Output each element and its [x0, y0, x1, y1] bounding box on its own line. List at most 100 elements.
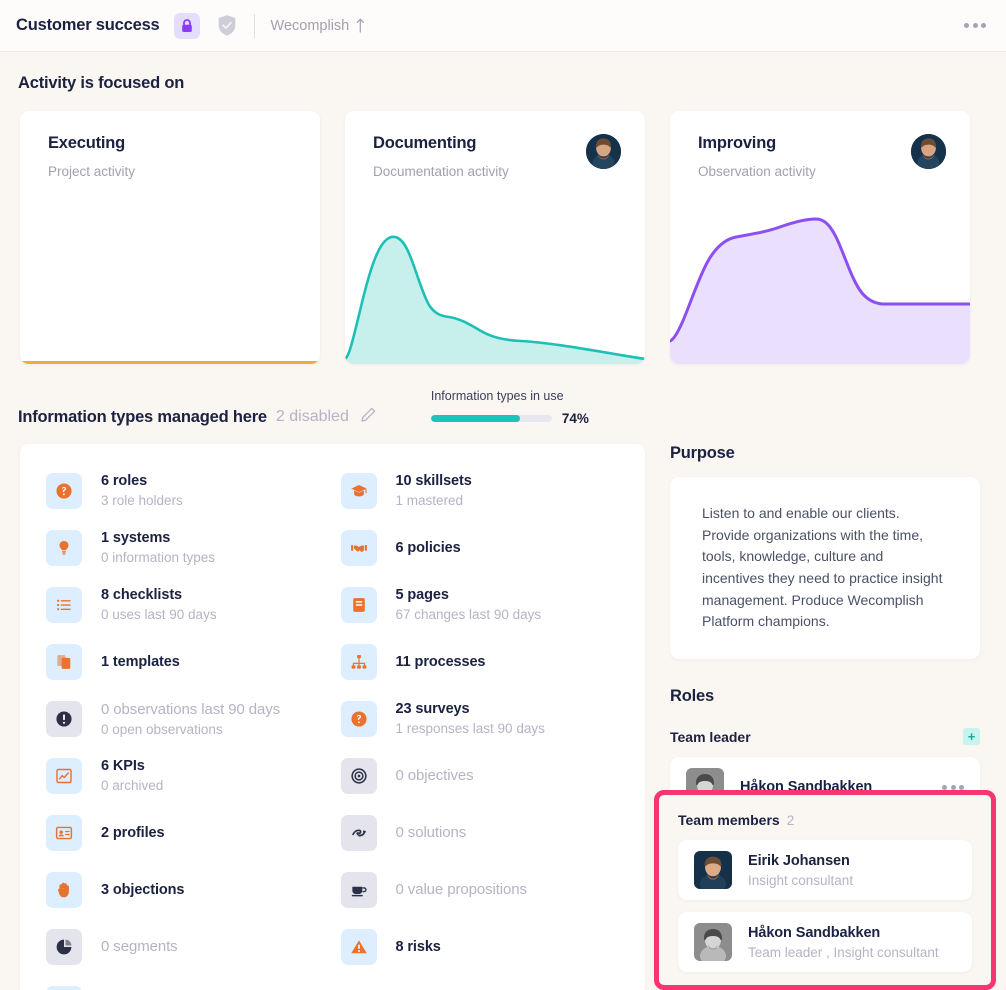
information-type-sublabel: 0 uses last 90 days [101, 607, 217, 622]
activity-card-executing[interactable]: Executing Project activity [20, 111, 320, 364]
information-type-item[interactable]: 0 segments [46, 918, 333, 975]
information-type-item[interactable]: 2 profiles [46, 804, 333, 861]
puzzle-icon [341, 815, 377, 851]
information-type-label: 8 risks [396, 939, 441, 955]
avatar[interactable] [586, 134, 621, 169]
information-type-sublabel: 1 responses last 90 days [396, 721, 545, 736]
activity-card-improving[interactable]: Improving Observation activity [670, 111, 970, 364]
information-type-item[interactable]: 6 KPIs 0 archived [46, 747, 333, 804]
lightbulb-icon [46, 530, 82, 566]
shield-check-icon[interactable] [214, 13, 240, 39]
card-texts: Improving Observation activity [698, 134, 911, 179]
information-types-left-column: 6 roles3 role holders 1 systems0 informat… [20, 462, 333, 990]
graduation-cap-icon [341, 473, 377, 509]
usage-percent: 74% [562, 411, 589, 426]
info-types-heading: Information types managed here [18, 408, 267, 427]
book-icon [341, 587, 377, 623]
information-type-item[interactable]: 0 observations last 90 days0 open observ… [46, 690, 333, 747]
activity-card-documenting[interactable]: Documenting Documentation activity [345, 111, 645, 364]
information-type-label: 1 systems [101, 530, 215, 546]
team-leader-label: Team leader [670, 729, 963, 745]
info-types-header: Information types managed here 2 disable… [0, 364, 1006, 428]
info-types-title-wrap: Information types managed here 2 disable… [18, 406, 377, 428]
information-type-label: 1 templates [101, 654, 180, 670]
team-member-card[interactable]: Eirik Johansen Insight consultant [678, 840, 972, 900]
information-type-item[interactable]: 10 skillsets1 mastered [341, 462, 646, 519]
card-header: Improving Observation activity [670, 111, 970, 179]
information-type-text: 6 KPIs 0 archived [101, 758, 163, 793]
information-type-item[interactable]: 1 templates [46, 633, 333, 690]
card-title: Improving [698, 134, 911, 153]
information-type-item[interactable]: 6 roles3 role holders [46, 462, 333, 519]
checklist-icon [46, 587, 82, 623]
sitemap-icon [341, 644, 377, 680]
information-type-item[interactable]: 23 surveys 1 responses last 90 days [341, 690, 646, 747]
card-accent-underline [20, 361, 320, 364]
information-type-label: 0 observations last 90 days [101, 701, 280, 718]
team-leader-row: Team leader + [670, 728, 980, 745]
plus-icon[interactable]: + [963, 728, 980, 745]
information-type-item[interactable]: 1 systems0 information types [46, 519, 333, 576]
target-icon [341, 758, 377, 794]
information-type-text: 5 pages67 changes last 90 days [396, 587, 542, 622]
more-options-icon[interactable] [964, 23, 986, 28]
person-name: Eirik Johansen [748, 853, 956, 869]
information-type-text: 10 skillsets1 mastered [396, 473, 472, 508]
information-type-label: 23 surveys [396, 701, 545, 717]
activity-chart-documenting [345, 199, 645, 364]
information-type-label: 3 objections [101, 882, 184, 898]
workspace-switcher[interactable]: Wecomplish [271, 18, 366, 34]
card-subtitle: Documentation activity [373, 164, 586, 179]
avatar[interactable] [694, 851, 732, 889]
avatar[interactable] [911, 134, 946, 169]
information-type-sublabel: 3 role holders [101, 493, 183, 508]
activity-chart-improving [670, 199, 970, 364]
chart-line-icon [46, 758, 82, 794]
information-type-item[interactable]: 0 solutions [341, 804, 646, 861]
information-type-label: 6 KPIs [101, 758, 163, 774]
information-type-text: 1 systems0 information types [101, 530, 215, 565]
brain-icon [46, 986, 82, 990]
information-type-label: 2 profiles [101, 825, 164, 841]
warning-triangle-icon [341, 929, 377, 965]
information-type-text: 23 surveys 1 responses last 90 days [396, 701, 545, 736]
team-members-label: Team members [678, 812, 780, 828]
card-title: Executing [48, 134, 296, 153]
information-type-text: 3 objections [101, 882, 184, 898]
id-card-icon [46, 815, 82, 851]
information-type-item[interactable]: 3 objections [46, 861, 333, 918]
info-types-disabled-count: 2 disabled [276, 408, 349, 426]
page-title: Customer success [16, 16, 160, 35]
more-options-icon[interactable] [942, 785, 964, 790]
team-members-count: 2 [787, 813, 795, 828]
lock-icon[interactable] [174, 13, 200, 39]
usage-row: 74% [431, 411, 589, 426]
information-type-item[interactable]: 11 hypotheses [46, 975, 333, 990]
information-type-label: 0 objectives [396, 767, 474, 784]
information-type-text: 2 profiles [101, 825, 164, 841]
information-type-sublabel: 0 archived [101, 778, 163, 793]
pencil-icon[interactable] [360, 406, 377, 428]
team-member-card[interactable]: Håkon Sandbakken Team leader , Insight c… [678, 912, 972, 972]
person-info: Håkon Sandbakken Team leader , Insight c… [748, 925, 956, 960]
information-type-text: 0 observations last 90 days0 open observ… [101, 701, 280, 737]
hand-icon [46, 872, 82, 908]
information-type-item[interactable]: 0 objectives [341, 747, 646, 804]
information-type-item[interactable]: 8 risks [341, 918, 646, 975]
purpose-heading: Purpose [670, 444, 980, 463]
information-type-item[interactable]: 6 policies [341, 519, 646, 576]
switch-arrow-icon [354, 18, 365, 33]
activity-heading-wrap: Activity is focused on [0, 52, 1006, 93]
information-type-item[interactable]: 0 value propositions [341, 861, 646, 918]
purpose-card: Listen to and enable our clients. Provid… [670, 477, 980, 659]
information-type-item[interactable]: 8 checklists0 uses last 90 days [46, 576, 333, 633]
pie-chart-icon [46, 929, 82, 965]
information-type-item[interactable]: 5 pages67 changes last 90 days [341, 576, 646, 633]
team-members-header: Team members 2 [678, 812, 972, 828]
activity-cards: Executing Project activity Documenting D… [0, 93, 1006, 364]
information-type-text: 0 solutions [396, 824, 467, 841]
top-bar: Customer success Wecomplish [0, 0, 1006, 52]
avatar[interactable] [694, 923, 732, 961]
information-type-item[interactable]: 11 processes [341, 633, 646, 690]
information-type-label: 0 value propositions [396, 881, 527, 898]
